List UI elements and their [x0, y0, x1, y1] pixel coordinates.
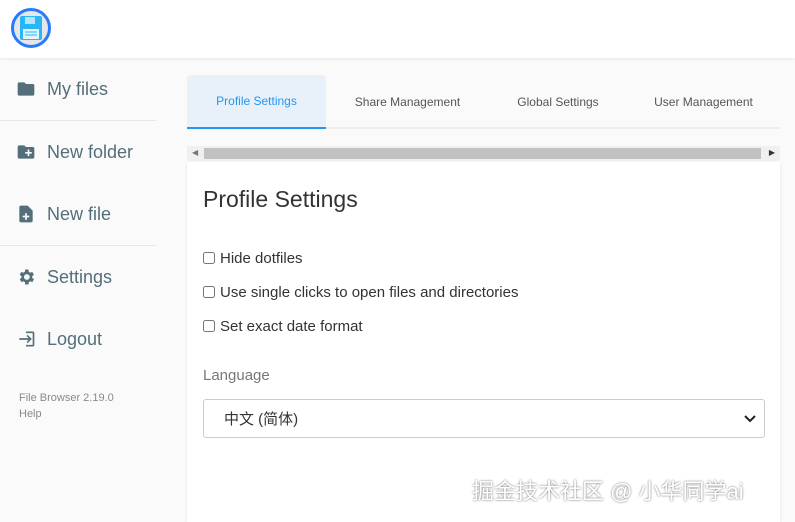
sidebar: My files New folder New file Settings Lo…	[0, 58, 156, 422]
language-label: Language	[203, 367, 270, 384]
tab-profile-settings[interactable]: Profile Settings	[187, 75, 326, 129]
sidebar-item-settings[interactable]: Settings	[0, 246, 156, 308]
tab-global-settings[interactable]: Global Settings	[489, 75, 627, 129]
floppy-disk-icon	[20, 16, 42, 40]
page-title: Profile Settings	[203, 186, 358, 212]
single-click-option[interactable]: Use single clicks to open files and dire…	[203, 275, 764, 309]
folder-icon	[17, 82, 35, 96]
settings-tabs: Profile Settings Share Management Global…	[187, 75, 780, 129]
option-label: Set exact date format	[220, 317, 363, 335]
exact-date-option[interactable]: Set exact date format	[203, 309, 764, 343]
single-click-checkbox[interactable]	[203, 286, 215, 298]
chevron-down-icon	[744, 414, 756, 422]
option-label: Use single clicks to open files and dire…	[220, 283, 519, 301]
new-folder-icon	[17, 145, 35, 159]
exact-date-checkbox[interactable]	[203, 320, 215, 332]
sidebar-item-logout[interactable]: Logout	[0, 308, 156, 370]
help-link[interactable]: Help	[19, 406, 156, 422]
app-logo[interactable]	[11, 8, 51, 48]
scroll-right-icon[interactable]: ▶	[769, 148, 775, 157]
new-file-icon	[19, 205, 33, 223]
sidebar-item-new-folder[interactable]: New folder	[0, 121, 156, 183]
sidebar-item-new-file[interactable]: New file	[0, 183, 156, 245]
tab-share-management[interactable]: Share Management	[326, 75, 489, 129]
sidebar-item-label: Logout	[47, 328, 103, 349]
hide-dotfiles-option[interactable]: Hide dotfiles	[203, 241, 764, 275]
scroll-left-icon[interactable]: ◀	[192, 148, 198, 157]
logout-icon	[19, 331, 35, 347]
language-select[interactable]: 中文 (简体)	[203, 399, 765, 438]
hide-dotfiles-checkbox[interactable]	[203, 252, 215, 264]
tab-user-management[interactable]: User Management	[627, 75, 780, 129]
header	[0, 0, 795, 58]
language-value: 中文 (简体)	[224, 411, 299, 428]
sidebar-item-label: Settings	[47, 266, 113, 287]
option-label: Hide dotfiles	[220, 249, 303, 267]
sidebar-item-label: New file	[47, 203, 112, 224]
watermark: 掘金技术社区 @ 小华同学ai	[472, 479, 744, 504]
sidebar-item-label: My files	[47, 78, 109, 99]
horizontal-scrollbar[interactable]: ◀ ▶	[187, 146, 780, 161]
version-text: File Browser 2.19.0	[19, 392, 114, 404]
gear-icon	[19, 269, 34, 285]
sidebar-item-label: New folder	[47, 141, 134, 162]
profile-settings-card: Profile Settings Hide dotfiles Use singl…	[187, 162, 780, 522]
scrollbar-thumb[interactable]	[204, 148, 761, 159]
sidebar-item-my-files[interactable]: My files	[0, 58, 156, 120]
